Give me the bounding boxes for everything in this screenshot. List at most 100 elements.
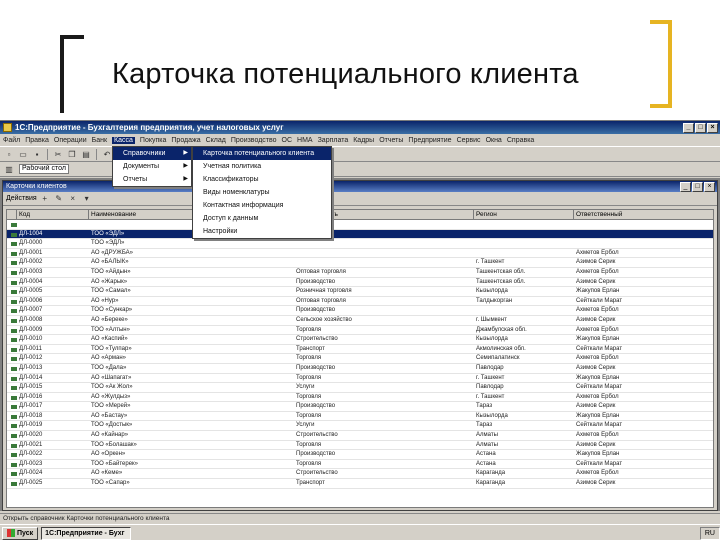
child-window-titlebar[interactable]: Карточки клиентов _ □ × [3, 181, 717, 192]
filter-icon[interactable]: ▾ [81, 193, 93, 205]
window-titlebar[interactable]: 1С:Предприятие - Бухгалтерия предприятия… [0, 121, 720, 134]
table-row[interactable]: ДЛ-0005 ТОО «Самал» Розничная торговля Кызы… [7, 287, 713, 297]
menu-os[interactable]: ОС [282, 137, 293, 144]
table-row[interactable]: ДЛ-0014 АО «Шапагат» Торговля г. Ташкент Жак… [7, 374, 713, 384]
menu-item-contact-info[interactable]: Контактная информация [193, 199, 331, 212]
menu-item-classifiers[interactable]: Классификаторы [193, 173, 331, 186]
language-indicator[interactable]: RU [705, 530, 715, 537]
menu-cash[interactable]: Касса [112, 136, 135, 144]
table-row[interactable]: ДЛ-0010 АО «Каспий» Строительство Кызылорда… [7, 335, 713, 345]
menu-edit[interactable]: Правка [25, 137, 49, 144]
table-cell: Талдыкорган [476, 297, 513, 304]
table-row[interactable]: ДЛ-0013 ТОО «Дала» Производство Павлодар Ази… [7, 364, 713, 374]
table-row[interactable]: ДЛ-0000 TOO «ЭДЛ» [7, 239, 713, 249]
menu-service[interactable]: Сервис [457, 137, 481, 144]
slide-title: Карточка потенциального клиента [112, 58, 579, 90]
table-row[interactable]: ДЛ-0023 ТОО «Байтерек» Торговля Астана Сейтк… [7, 460, 713, 470]
table-cell: АО «Арман» [91, 355, 126, 362]
table-cell: ТОО «Ак Жол» [91, 384, 133, 391]
menu-item-accounting-policy[interactable]: Учетная политика [193, 160, 331, 173]
save-icon[interactable]: ▪ [31, 148, 43, 160]
table-row[interactable]: ДЛ-0022 АО «Оркен» Производство Астана Жакуп… [7, 450, 713, 460]
maximize-button[interactable]: □ [695, 122, 706, 133]
taskbar-app-button[interactable]: 1С:Предприятие - Бухг [41, 526, 132, 540]
start-label: Пуск [17, 529, 34, 537]
column-header-code[interactable]: Код [17, 210, 89, 219]
table-row[interactable] [7, 220, 713, 230]
table-row[interactable]: ДЛ-0011 ТОО «Тулпар» Транспорт Акмолинская … [7, 345, 713, 355]
table-cell: ДЛ-0004 [19, 278, 43, 285]
table-row[interactable]: ДЛ-0017 ТОО «Мерей» Производство Тараз Азимо… [7, 402, 713, 412]
paste-icon[interactable]: ▤ [80, 148, 92, 160]
table-row[interactable]: ДЛ-0001 АО «ДРУЖБА» Ахметов Ербол [7, 249, 713, 259]
menu-sale[interactable]: Продажа [171, 137, 200, 144]
menu-file[interactable]: Файл [3, 137, 20, 144]
table-cell: Азимов Серик [576, 364, 616, 371]
menu-item-nomenclature-types[interactable]: Виды номенклатуры [193, 186, 331, 199]
delete-icon[interactable]: × [67, 193, 79, 205]
menu-warehouse[interactable]: Склад [206, 137, 226, 144]
menu-hr[interactable]: Кадры [353, 137, 374, 144]
table-row[interactable]: ДЛ-0021 ТОО «Болашак» Торговля Алматы Азимов… [7, 441, 713, 451]
open-folder-icon[interactable]: ▭ [17, 148, 29, 160]
menu-item-references[interactable]: Справочники ▶ [113, 147, 191, 160]
child-minimize-button[interactable]: _ [680, 181, 691, 192]
child-maximize-button[interactable]: □ [692, 181, 703, 192]
table-row[interactable]: ДЛ-0004 АО «Жарык» Производство Ташкентская… [7, 278, 713, 288]
table-row[interactable]: ДЛ-0003 ТОО «Айдын» Оптовая торговля Ташкен… [7, 268, 713, 278]
menu-reports[interactable]: Отчеты [379, 137, 403, 144]
menu-salary[interactable]: Зарплата [318, 137, 349, 144]
table-cell: Розничная торговля [296, 288, 352, 295]
menu-bank[interactable]: Банк [92, 137, 107, 144]
menu-item-documents[interactable]: Документы ▶ [113, 160, 191, 173]
menu-windows[interactable]: Окна [486, 137, 502, 144]
table-row[interactable]: ДЛ-0012 АО «Арман» Торговля Семипалатинск Ах… [7, 354, 713, 364]
menu-production[interactable]: Производство [231, 137, 277, 144]
start-button[interactable]: Пуск [2, 526, 39, 540]
table-row[interactable]: ДЛ-0006 АО «Нур» Оптовая торговля Талдыкорг… [7, 297, 713, 307]
menu-purchase[interactable]: Покупка [140, 137, 166, 144]
add-icon[interactable]: + [39, 193, 51, 205]
table-row[interactable]: ДЛ-0018 АО «Бастау» Торговля Кызылорда Жакуп… [7, 412, 713, 422]
table-row[interactable]: ДЛ-0002 АО «БАЛЫК» г. Ташкент Азимов Серик [7, 258, 713, 268]
table-row[interactable]: ДЛ-0008 АО «Береке» Сельское хозяйство г. Ш… [7, 316, 713, 326]
menu-item-data-access[interactable]: Доступ к данным [193, 212, 331, 225]
menu-help[interactable]: Справка [507, 137, 534, 144]
menu-enterprise[interactable]: Предприятие [408, 137, 451, 144]
table-cell [474, 306, 574, 315]
column-header-responsible[interactable]: Ответственный [574, 210, 713, 219]
actions-menu[interactable]: Действия [6, 195, 37, 202]
table-cell: Торговля [296, 374, 322, 381]
toolbar-separator [96, 148, 97, 160]
cut-icon[interactable]: ✂ [52, 148, 64, 160]
table-cell [7, 316, 17, 325]
table-cell: Азимов Серик [576, 259, 616, 266]
new-document-icon[interactable]: ▫ [3, 148, 15, 160]
table-cell: Ахметов Ербол [576, 393, 619, 400]
table-row[interactable]: ДЛ-1004 ТОО «ЭДЛ» [7, 229, 713, 240]
desktop-field[interactable]: Рабочий стол [19, 164, 69, 174]
copy-icon[interactable]: ❐ [66, 148, 78, 160]
menu-item-reports[interactable]: Отчеты ▶ [113, 173, 191, 186]
table-row[interactable]: ДЛ-0016 АО «Жулдыз» Торговля г. Ташкент Ахме… [7, 393, 713, 403]
table-row[interactable]: ДЛ-0024 АО «Кеме» Строительство Караганда Ах… [7, 469, 713, 480]
table-row[interactable]: ДЛ-0025 ТОО «Сапар» Транспорт Караганда Азим… [7, 479, 713, 489]
table-row[interactable]: ДЛ-0020 АО «Кайнар» Строительство Алматы Ахм… [7, 431, 713, 441]
table-cell: Семипалатинск [476, 355, 520, 362]
menu-operations[interactable]: Операции [54, 137, 87, 144]
child-close-button[interactable]: × [704, 181, 715, 192]
menu-item-client-card[interactable]: Карточка потенциального клиента [193, 147, 331, 160]
menu-item-settings[interactable]: Настройки [193, 225, 331, 238]
menu-nma[interactable]: НМА [297, 137, 313, 144]
table-row[interactable]: ДЛ-0009 ТОО «Алтын» Торговля Джамбулская об… [7, 326, 713, 336]
table-row[interactable]: ДЛ-0015 ТОО «Ак Жол» Услуги Павлодар Сейткал… [7, 383, 713, 393]
child-window-title: Карточки клиентов [6, 183, 67, 190]
close-button[interactable]: × [707, 122, 718, 133]
table-cell: Ахметов Ербол [576, 307, 619, 314]
column-header-region[interactable]: Регион [474, 210, 574, 219]
table-row[interactable]: ДЛ-0019 ТОО «Достык» Услуги Тараз Сейткали М… [7, 421, 713, 432]
column-header-icon[interactable] [7, 210, 17, 219]
minimize-button[interactable]: _ [683, 122, 694, 133]
table-row[interactable]: ДЛ-0007 ТОО «Сункар» Производство Ахметов Е… [7, 306, 713, 316]
edit-icon[interactable]: ✎ [53, 193, 65, 205]
